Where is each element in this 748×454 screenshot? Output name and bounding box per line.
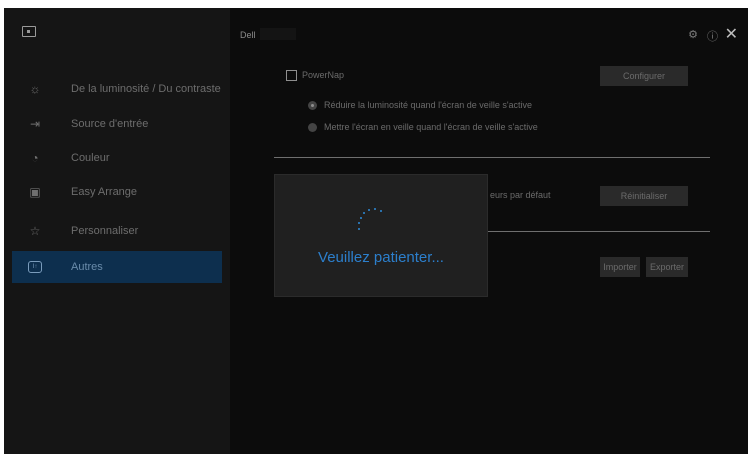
option-sleep-screen-label: Mettre l'écran en veille quand l'écran d… [324,122,538,132]
sidebar: ☼ De la luminosité / Du contraste ⇥ Sour… [4,8,230,454]
configure-button[interactable]: Configurer [600,66,688,86]
help-icon[interactable]: ⓘ [707,28,718,44]
divider-top [274,157,710,158]
sidebar-item-personalize[interactable]: ☆ Personnaliser [12,215,222,247]
sidebar-item-label: Autres [71,261,103,273]
model-name-box [260,28,296,40]
sidebar-item-label: Couleur [71,152,110,164]
app-window: ☼ De la luminosité / Du contraste ⇥ Sour… [4,8,748,454]
star-icon: ☆ [29,224,41,238]
input-source-icon: ⇥ [29,117,41,131]
color-icon: ◔ [31,151,39,165]
loading-spinner-icon [358,205,382,235]
brightness-icon: ☼ [29,82,41,96]
radio-dim-brightness[interactable] [308,101,317,110]
powernap-checkbox[interactable] [286,70,297,81]
reset-label-partial: eurs par défaut [490,190,551,200]
sidebar-item-label: De la luminosité / Du contraste [71,83,221,95]
close-icon[interactable]: ✕ [725,24,738,44]
please-wait-text: Veuillez patienter... [318,249,444,266]
settings-icon[interactable]: ⚙ [688,28,698,41]
sidebar-item-label: Easy Arrange [71,186,138,198]
brand-label: Dell [240,30,256,40]
reset-button[interactable]: Réinitialiser [600,186,688,206]
sidebar-item-brightness[interactable]: ☼ De la luminosité / Du contraste [12,73,222,105]
radio-sleep-screen[interactable] [308,123,317,132]
please-wait-dialog: Veuillez patienter... [274,174,488,297]
sidebar-item-label: Personnaliser [71,225,139,237]
sidebar-item-label: Source d'entrée [71,118,149,130]
sidebar-item-color[interactable]: ◔ Couleur [12,142,222,174]
monitor-icon[interactable] [22,26,36,37]
import-button[interactable]: Importer [600,257,640,277]
sidebar-item-others[interactable]: I↑ Autres [12,251,222,283]
export-button[interactable]: Exporter [646,257,688,277]
others-icon: I↑ [27,259,43,275]
sidebar-item-easy-arrange[interactable]: ▣ Easy Arrange [12,176,222,208]
powernap-label: PowerNap [302,70,345,80]
option-dim-brightness-label: Réduire la luminosité quand l'écran de v… [324,100,533,110]
easy-arrange-icon: ▣ [29,185,41,199]
sidebar-item-input-source[interactable]: ⇥ Source d'entrée [12,108,222,140]
